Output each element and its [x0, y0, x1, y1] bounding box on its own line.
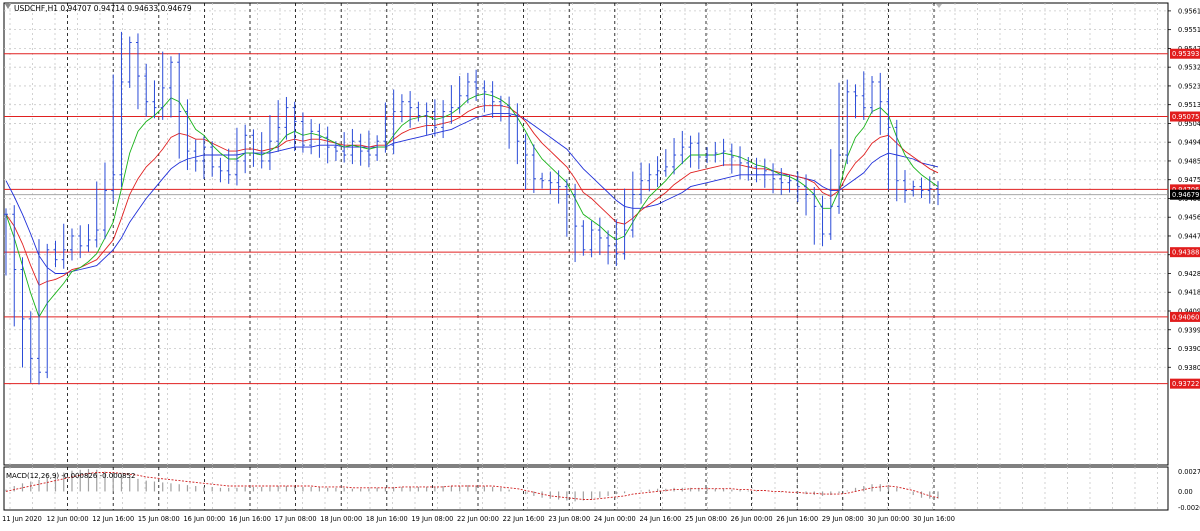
time-axis-label: 18 Jun 00:00	[320, 515, 362, 523]
time-axis-label: 22 Jun 16:00	[503, 515, 545, 523]
price-tick-label: 0.93900	[1178, 345, 1200, 353]
time-axis-label: 26 Jun 00:00	[731, 515, 773, 523]
time-axis-label: 24 Jun 16:00	[639, 515, 681, 523]
time-axis-label: 24 Jun 00:00	[594, 515, 636, 523]
time-axis-label: 12 Jun 00:00	[47, 515, 89, 523]
macd-tick-label: 0.00	[1178, 488, 1193, 496]
time-axis-label: 15 Jun 08:00	[138, 515, 180, 523]
level-price-label: 0.95075	[1172, 113, 1199, 121]
level-price-label: 0.94060	[1172, 313, 1199, 321]
price-tick-label: 0.94470	[1178, 232, 1200, 240]
price-tick-label: 0.95135	[1178, 101, 1200, 109]
price-tick-label: 0.95515	[1178, 26, 1200, 34]
price-tick-label: 0.93995	[1178, 326, 1200, 334]
price-tick-label: 0.94850	[1178, 157, 1200, 165]
time-axis-label: 19 Jun 08:00	[411, 515, 453, 523]
time-axis-label: 16 Jun 16:00	[229, 515, 271, 523]
price-tick-label: 0.95325	[1178, 64, 1200, 72]
time-axis-label: 22 Jun 00:00	[457, 515, 499, 523]
time-axis-label: 25 Jun 08:00	[685, 515, 727, 523]
symbol-header: USDCHF,H1 0.94707 0.94714 0.94633 0.9467…	[14, 4, 192, 13]
time-axis-label: 12 Jun 16:00	[92, 515, 134, 523]
price-tick-label: 0.94280	[1178, 270, 1200, 278]
time-axis-label: 26 Jun 16:00	[776, 515, 818, 523]
time-axis-label: 29 Jun 08:00	[822, 515, 864, 523]
price-tick-label: 0.93805	[1178, 364, 1200, 372]
macd-tick-label: 0.002711	[1178, 468, 1200, 476]
chart-canvas[interactable]: 11 Jun 2020 12 Jun 00:00 12 Jun 16:00 15 Ju…	[0, 0, 1200, 527]
price-tick-label: 0.95610	[1178, 7, 1200, 15]
time-axis-label: 23 Jun 08:00	[548, 515, 590, 523]
price-tick-label: 0.95230	[1178, 82, 1200, 90]
current-price-label: 0.94679	[1172, 191, 1199, 199]
level-price-label: 0.93722	[1172, 380, 1199, 388]
time-axis-label: 16 Jun 00:00	[183, 515, 225, 523]
price-tick-label: 0.94755	[1178, 176, 1200, 184]
trading-chart-window[interactable]: 11 Jun 2020 12 Jun 00:00 12 Jun 16:00 15 Ju…	[0, 0, 1200, 527]
price-tick-label: 0.94185	[1178, 289, 1200, 297]
price-tick-label: 0.94565	[1178, 214, 1200, 222]
level-price-label: 0.94388	[1172, 249, 1199, 257]
time-axis-label: 17 Jun 08:00	[275, 515, 317, 523]
macd-tick-label: -0.00206	[1178, 504, 1200, 512]
time-axis-label: 18 Jun 16:00	[366, 515, 408, 523]
macd-label: MACD(12,26,9) -0.000826 -0.000852	[6, 472, 135, 480]
time-axis-label: 30 Jun 00:00	[867, 515, 909, 523]
price-tick-label: 0.94945	[1178, 139, 1200, 147]
background	[0, 0, 1200, 527]
time-axis-label: 11 Jun 2020	[2, 515, 42, 523]
level-price-label: 0.95393	[1172, 50, 1199, 58]
time-axis-label: 30 Jun 16:00	[913, 515, 955, 523]
